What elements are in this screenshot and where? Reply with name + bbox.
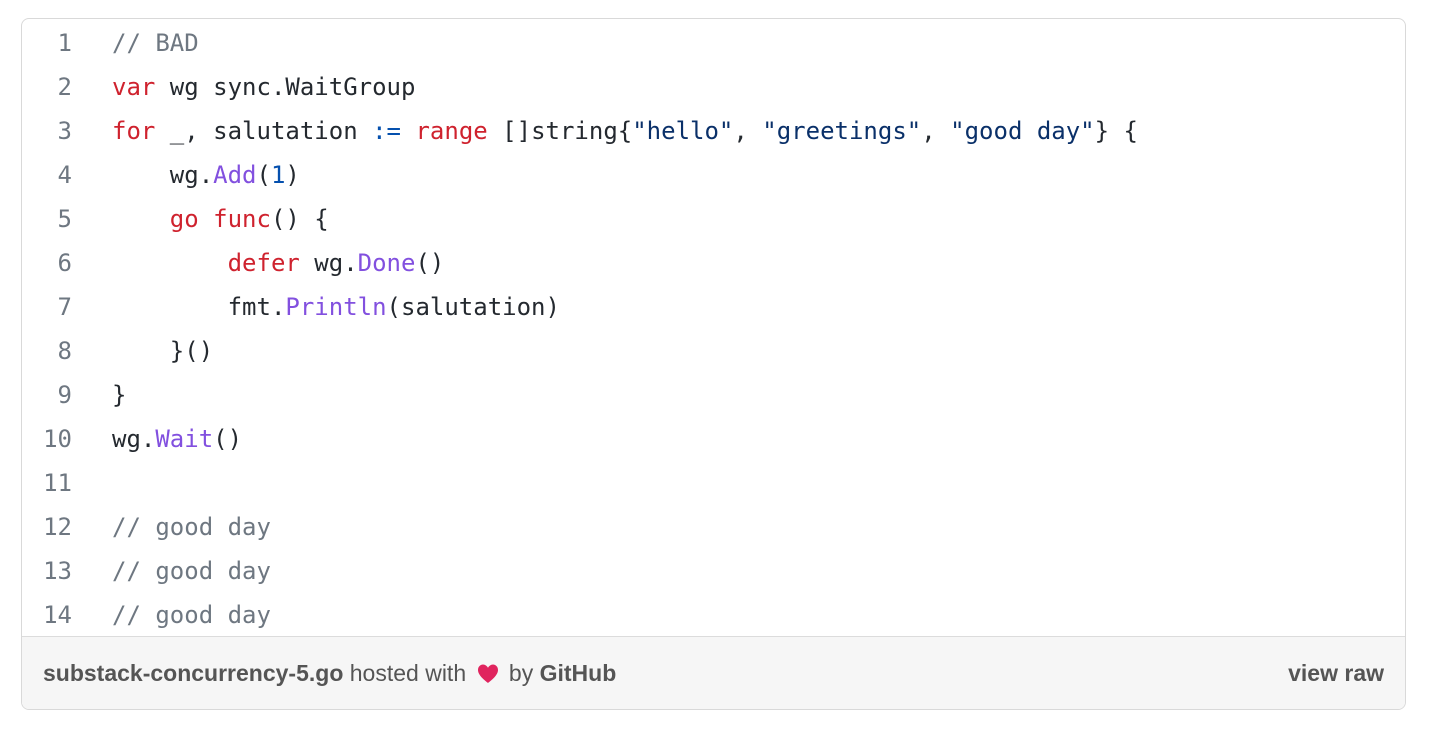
code-token: "hello": [632, 117, 734, 145]
code-text: // BAD: [112, 21, 199, 65]
code-token: ): [285, 161, 300, 189]
gist-footer: substack-concurrency-5.go hosted with by…: [22, 637, 1405, 709]
hosted-with-text: hosted with: [343, 660, 473, 686]
line-number: 5: [57, 205, 72, 233]
code-text: // good day: [112, 505, 271, 549]
code-line: 9}: [22, 373, 1405, 417]
gist-meta: substack-concurrency-5.go hosted with by…: [43, 637, 616, 709]
code-token: () {: [270, 205, 329, 233]
code-token: func: [213, 205, 271, 233]
code-token: wg.: [112, 425, 156, 453]
code-token: // good day: [112, 601, 271, 629]
code-token: } {: [1094, 117, 1138, 145]
code-text: }(): [112, 329, 213, 373]
code-token: defer: [227, 249, 300, 277]
code-text: go func() {: [112, 197, 329, 241]
code-token: (): [415, 249, 445, 277]
line-number: 3: [57, 117, 72, 145]
code-text: fmt.Println(salutation): [112, 285, 560, 329]
code-token: // good day: [112, 513, 271, 541]
line-number: 12: [43, 513, 72, 541]
code-token: Done: [357, 249, 416, 277]
code-token: (: [256, 161, 271, 189]
code-token: // good day: [112, 557, 271, 585]
view-raw-link[interactable]: view raw: [1288, 637, 1384, 709]
code-token: go: [169, 205, 199, 233]
code-token: }: [112, 381, 127, 409]
code-text: wg.Wait(): [112, 417, 242, 461]
code-token: }(): [112, 337, 214, 365]
code-token: (salutation): [386, 293, 560, 321]
gist-embed: 1 // BAD 2 var wg sync.WaitGroup 3 for _, sal…: [21, 18, 1406, 710]
line-number: 6: [57, 249, 72, 277]
code-line: 14 // good day: [22, 593, 1405, 637]
code-text: wg.Add(1): [112, 153, 300, 197]
code-token: Println: [285, 293, 387, 321]
line-number: 8: [57, 337, 72, 365]
line-number: 9: [57, 381, 72, 409]
code-token: []string{: [487, 117, 633, 145]
code-line: 13 // good day: [22, 549, 1405, 593]
code-text: var wg sync.WaitGroup: [112, 65, 415, 109]
code-token: 1: [270, 161, 286, 189]
code-line: 8 }(): [22, 329, 1405, 373]
code-line: 4 wg.Add(1): [22, 153, 1405, 197]
code-line: 5 go func() {: [22, 197, 1405, 241]
code-token: wg.: [112, 161, 214, 189]
line-number: 11: [43, 469, 72, 497]
code-token: wg.: [299, 249, 358, 277]
code-token: var: [112, 73, 156, 101]
line-number: 1: [57, 29, 72, 57]
code-line: 10 wg.Wait(): [22, 417, 1405, 461]
code-text: // good day: [112, 549, 271, 593]
code-token: range: [415, 117, 488, 145]
line-number: 13: [43, 557, 72, 585]
code-block: 1 // BAD 2 var wg sync.WaitGroup 3 for _, sal…: [22, 19, 1405, 637]
code-token: Add: [213, 161, 257, 189]
heart-icon: [477, 640, 499, 683]
code-line: 2 var wg sync.WaitGroup: [22, 65, 1405, 109]
code-token: "good day": [950, 117, 1095, 145]
code-line: 3 for _, salutation := range []string{"he…: [22, 109, 1405, 153]
line-number: 10: [43, 425, 72, 453]
code-token: for: [112, 117, 156, 145]
code-token: "greetings": [762, 117, 922, 145]
line-number: 14: [43, 601, 72, 629]
code-token: // BAD: [112, 29, 199, 57]
filename-link[interactable]: substack-concurrency-5.go: [43, 660, 343, 686]
code-line: 12 // good day: [22, 505, 1405, 549]
code-token: ,: [921, 117, 951, 145]
code-text: for _, salutation := range []string{"hel…: [112, 109, 1138, 153]
code-line: 11: [22, 461, 1405, 505]
code-token: ,: [733, 117, 763, 145]
line-number: 2: [57, 73, 72, 101]
github-link[interactable]: GitHub: [540, 660, 617, 686]
line-number: 7: [57, 293, 72, 321]
code-line: 6 defer wg.Done(): [22, 241, 1405, 285]
code-line: 1 // BAD: [22, 21, 1405, 65]
code-text: }: [112, 373, 126, 417]
line-number: 4: [57, 161, 72, 189]
by-text: by: [502, 660, 540, 686]
code-token: Wait: [155, 425, 214, 453]
code-text: defer wg.Done(): [112, 241, 445, 285]
code-token: _, salutation: [155, 117, 373, 145]
code-token: wg sync.WaitGroup: [155, 73, 416, 101]
code-text: // good day: [112, 593, 271, 637]
code-token: fmt.: [112, 293, 286, 321]
code-token: (): [213, 425, 243, 453]
code-token: :=: [372, 117, 402, 145]
code-line: 7 fmt.Println(salutation): [22, 285, 1405, 329]
